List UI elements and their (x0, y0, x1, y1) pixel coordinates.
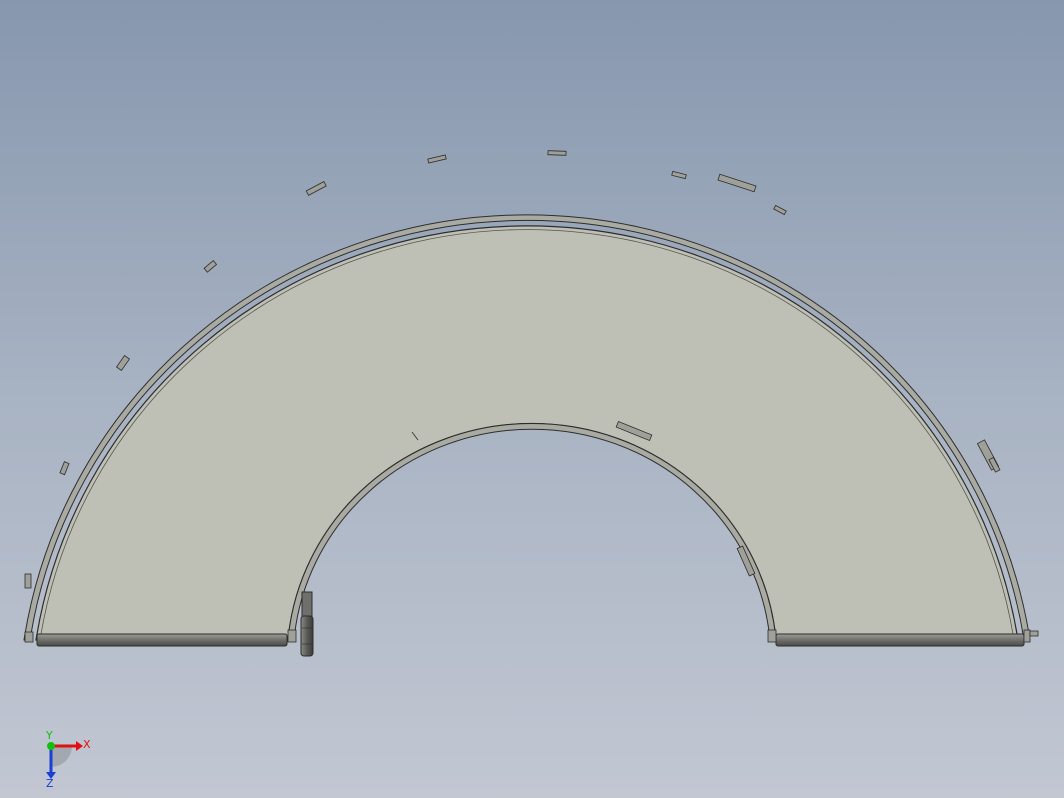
coordinate-triad: X Y Z (30, 728, 100, 790)
left-inner-end-cap (287, 629, 297, 643)
right-shaft-stub (1029, 630, 1039, 637)
x-axis-label: X (83, 738, 91, 751)
z-axis-label: Z (46, 777, 54, 788)
right-outer-end-cap (1023, 629, 1031, 643)
graphics-viewport[interactable]: X Y Z (0, 0, 1064, 798)
right-end-roller[interactable] (775, 633, 1025, 647)
x-axis-arrowhead (76, 741, 83, 751)
drive-motor[interactable] (300, 591, 314, 657)
left-end-roller[interactable] (36, 633, 288, 647)
y-axis-dot (47, 742, 55, 750)
triad-plane-icon (51, 746, 72, 767)
left-outer-end-cap (24, 631, 34, 643)
y-axis-label: Y (45, 729, 53, 742)
belt-surface[interactable] (35, 225, 1019, 641)
right-inner-end-cap (767, 629, 777, 643)
conveyor-model[interactable] (0, 0, 1064, 798)
